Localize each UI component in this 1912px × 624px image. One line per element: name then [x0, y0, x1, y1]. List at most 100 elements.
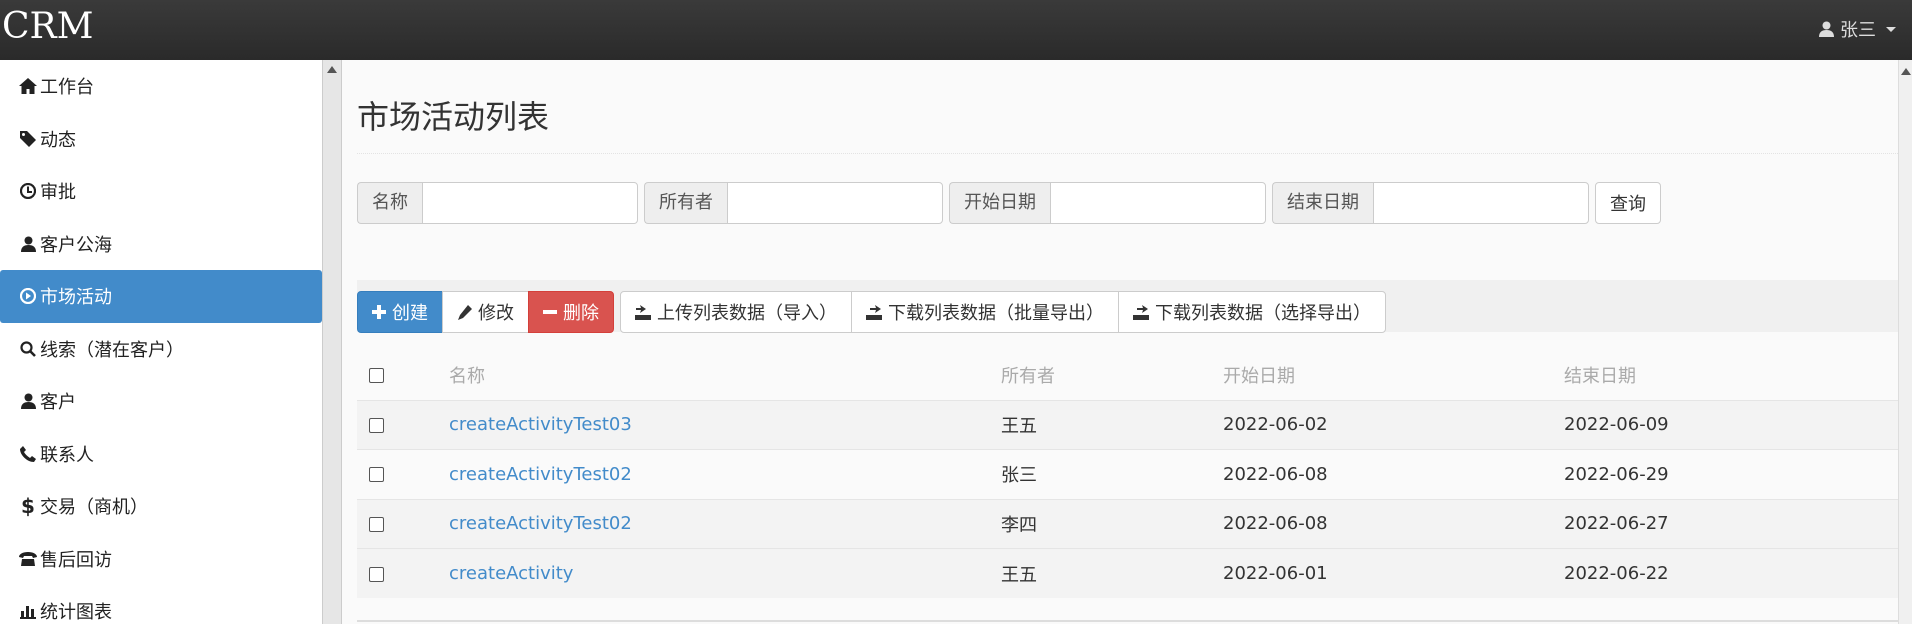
- download-selected-button[interactable]: 下载列表数据（选择导出）: [1118, 291, 1386, 333]
- toolbar: 创建 修改 删除 上传列表数据（导入） 下载列表数据（批量导出） 下载列表数据（…: [357, 291, 1392, 333]
- name-filter-group: 名称: [357, 182, 638, 224]
- name-filter-label: 名称: [357, 182, 422, 224]
- pencil-icon: [458, 304, 472, 320]
- user-icon: [18, 391, 38, 411]
- sidebar-item-leads[interactable]: 线索（潜在客户）: [0, 323, 322, 376]
- sidebar-item-approval[interactable]: 审批: [0, 165, 322, 218]
- table-row[interactable]: createActivityTest03 王五 2022-06-02 2022-…: [357, 399, 1898, 450]
- activity-name-link[interactable]: createActivityTest02: [449, 464, 632, 485]
- home-icon: [18, 76, 38, 96]
- play-circle-icon: [18, 286, 38, 306]
- upload-import-button[interactable]: 上传列表数据（导入）: [620, 291, 852, 333]
- sidebar-item-customers[interactable]: 客户: [0, 375, 322, 428]
- collapse-arrow-icon[interactable]: [327, 66, 337, 73]
- table-row[interactable]: createActivity 王五 2022-06-01 2022-06-22: [357, 548, 1898, 598]
- phone-icon: [18, 444, 38, 464]
- phone-alt-icon: [18, 549, 38, 569]
- brand-logo[interactable]: CRM: [2, 6, 94, 47]
- owner-filter-label: 所有者: [644, 182, 727, 224]
- activity-name-link[interactable]: createActivity: [449, 563, 573, 584]
- sidebar-item-label: 市场活动: [40, 287, 112, 309]
- dollar-icon: $: [21, 494, 35, 519]
- plus-icon: [372, 305, 386, 319]
- start-date-filter-group: 开始日期: [949, 182, 1266, 224]
- sidebar-item-activity-feed[interactable]: 动态: [0, 113, 322, 166]
- sidebar-item-statistics[interactable]: 统计图表: [0, 585, 322, 624]
- start-date-filter-label: 开始日期: [949, 182, 1050, 224]
- owner-cell: 张三: [1001, 449, 1223, 499]
- download-selected-label: 下载列表数据（选择导出）: [1155, 303, 1371, 324]
- crud-button-group: 创建 修改 删除: [357, 291, 614, 333]
- sidebar-item-label: 客户: [40, 392, 76, 414]
- query-button[interactable]: 查询: [1595, 182, 1661, 224]
- delete-button-label: 删除: [563, 303, 599, 324]
- column-header-end-date[interactable]: 结束日期: [1564, 350, 1898, 400]
- end-date-filter-input[interactable]: [1373, 182, 1589, 224]
- create-button-label: 创建: [392, 303, 428, 324]
- delete-button[interactable]: 删除: [528, 291, 614, 333]
- sidebar-item-label: 交易（商机）: [40, 497, 148, 519]
- table-header-row: 名称 所有者 开始日期 结束日期: [357, 350, 1898, 400]
- owner-cell: 李四: [1001, 498, 1223, 549]
- sidebar-item-label: 工作台: [40, 77, 94, 99]
- row-checkbox[interactable]: [369, 467, 384, 483]
- create-button[interactable]: 创建: [357, 291, 443, 333]
- sidebar-resizer[interactable]: [322, 60, 342, 624]
- user-menu[interactable]: 张三: [1819, 16, 1896, 42]
- column-header-owner[interactable]: 所有者: [1001, 350, 1223, 400]
- download-all-button[interactable]: 下载列表数据（批量导出）: [851, 291, 1119, 333]
- column-header-name[interactable]: 名称: [449, 350, 1001, 400]
- row-checkbox[interactable]: [369, 566, 384, 582]
- page-scrollbar[interactable]: [1898, 60, 1912, 624]
- sidebar-item-label: 审批: [40, 182, 76, 204]
- search-icon: [18, 339, 38, 359]
- edit-button[interactable]: 修改: [442, 291, 529, 333]
- top-navbar: CRM 张三: [0, 0, 1912, 60]
- minus-icon: [543, 310, 557, 314]
- row-checkbox[interactable]: [369, 417, 384, 433]
- chevron-down-icon: [1886, 26, 1896, 32]
- scroll-up-arrow-icon[interactable]: [1901, 68, 1911, 75]
- user-icon: [18, 234, 38, 254]
- sidebar-item-label: 线索（潜在客户）: [40, 339, 184, 361]
- sidebar-item-label: 动态: [40, 129, 76, 151]
- start-date-cell: 2022-06-02: [1223, 399, 1564, 450]
- end-date-cell: 2022-06-22: [1564, 548, 1898, 598]
- row-checkbox[interactable]: [369, 516, 384, 532]
- clock-icon: [18, 181, 38, 201]
- import-icon: [635, 305, 651, 320]
- owner-cell: 王五: [1001, 399, 1223, 450]
- sidebar-item-after-sales[interactable]: 售后回访: [0, 533, 322, 586]
- sidebar-item-deals[interactable]: $ 交易（商机）: [0, 480, 322, 533]
- end-date-cell: 2022-06-27: [1564, 498, 1898, 549]
- export-icon: [866, 305, 882, 320]
- sidebar: 工作台 动态 审批 客户公海 市场活动 线索（潜在客户） 客户 联系人 $ 交易…: [0, 60, 322, 624]
- user-icon: [1819, 21, 1834, 37]
- user-name: 张三: [1840, 20, 1876, 41]
- start-date-cell: 2022-06-08: [1223, 449, 1564, 499]
- upload-import-label: 上传列表数据（导入）: [657, 303, 837, 324]
- table-row[interactable]: createActivityTest02 张三 2022-06-08 2022-…: [357, 449, 1898, 499]
- table-row[interactable]: createActivityTest02 李四 2022-06-08 2022-…: [357, 498, 1898, 549]
- select-all-checkbox[interactable]: [369, 367, 384, 383]
- owner-filter-group: 所有者: [644, 182, 943, 224]
- sidebar-item-customer-pool[interactable]: 客户公海: [0, 218, 322, 271]
- divider: [357, 620, 1898, 622]
- owner-filter-input[interactable]: [727, 182, 943, 224]
- name-filter-input[interactable]: [422, 182, 638, 224]
- sidebar-item-label: 统计图表: [40, 602, 112, 624]
- activity-name-link[interactable]: createActivityTest03: [449, 414, 632, 435]
- start-date-cell: 2022-06-01: [1223, 548, 1564, 598]
- activity-name-link[interactable]: createActivityTest02: [449, 513, 632, 534]
- page-title: 市场活动列表: [357, 98, 550, 136]
- sidebar-item-workbench[interactable]: 工作台: [0, 60, 322, 113]
- start-date-cell: 2022-06-08: [1223, 498, 1564, 549]
- import-export-button-group: 上传列表数据（导入） 下载列表数据（批量导出） 下载列表数据（选择导出）: [620, 291, 1386, 333]
- sidebar-item-marketing-activity[interactable]: 市场活动: [0, 270, 322, 323]
- start-date-filter-input[interactable]: [1050, 182, 1266, 224]
- sidebar-item-contacts[interactable]: 联系人: [0, 428, 322, 481]
- column-header-start-date[interactable]: 开始日期: [1223, 350, 1564, 400]
- end-date-filter-group: 结束日期: [1272, 182, 1589, 224]
- sidebar-item-label: 客户公海: [40, 234, 112, 256]
- end-date-cell: 2022-06-09: [1564, 399, 1898, 450]
